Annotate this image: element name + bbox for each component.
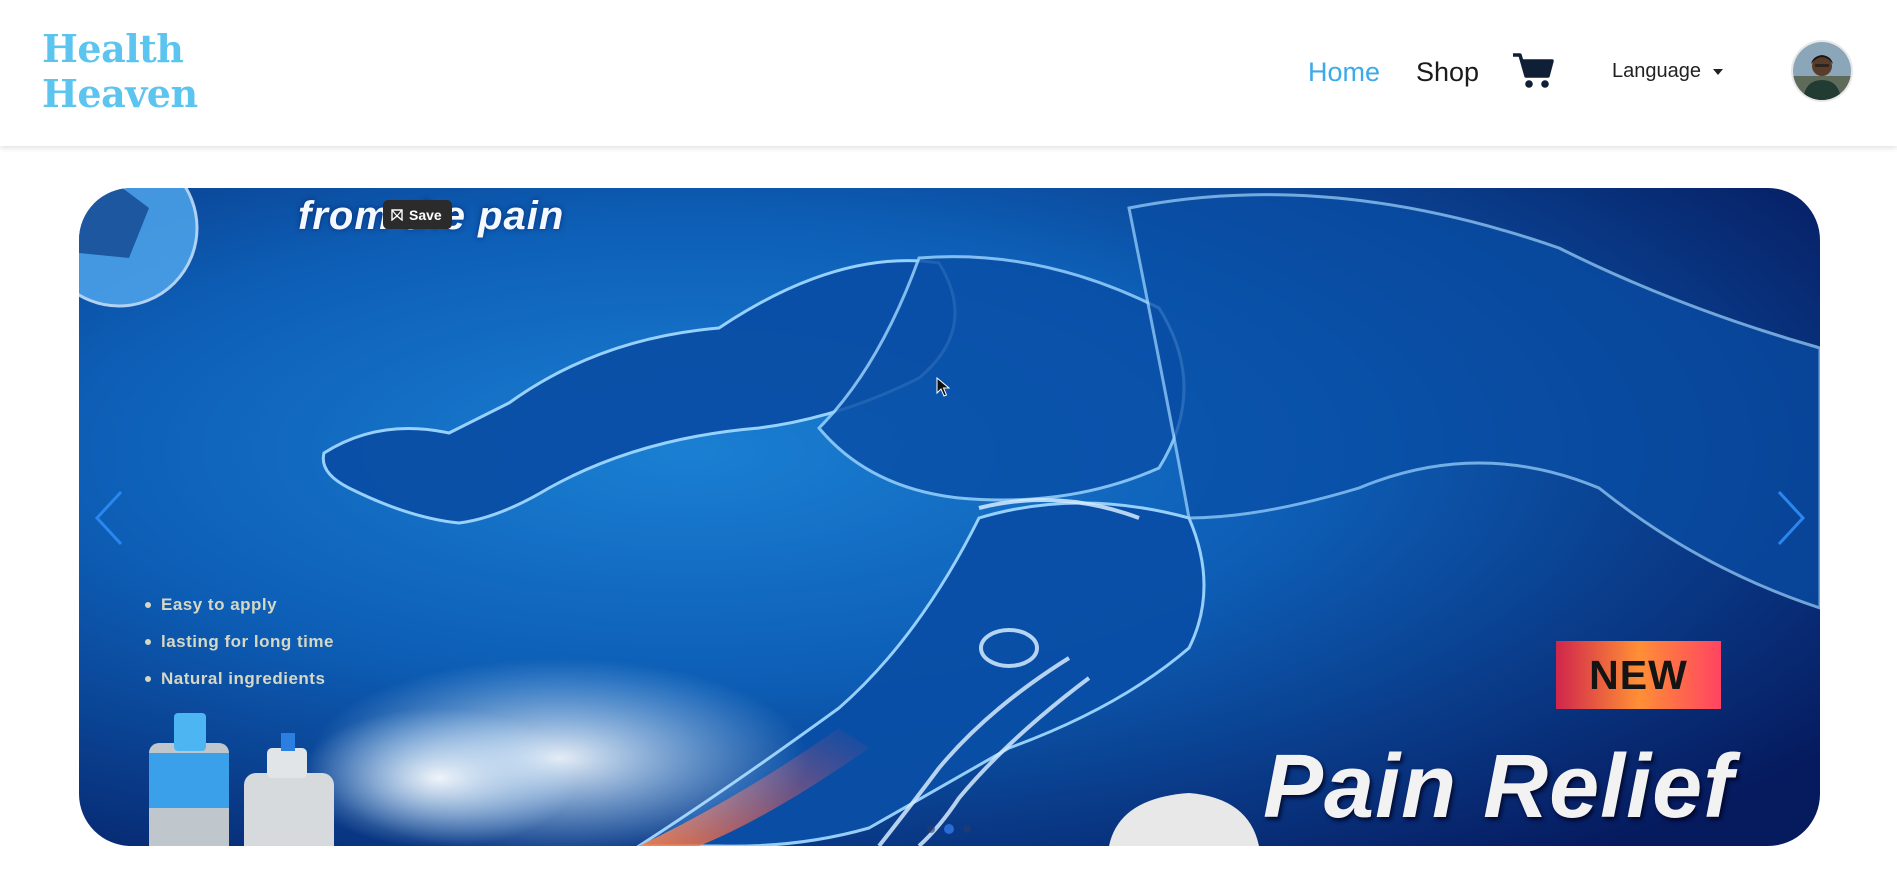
mouse-pointer-icon — [936, 377, 950, 397]
site-header: Health Heaven Home Shop Language — [0, 0, 1897, 146]
hero-benefits-list: Easy to apply lasting for long time Natu… — [145, 586, 334, 697]
cart-icon[interactable] — [1512, 52, 1554, 90]
nav-shop-link[interactable]: Shop — [1416, 56, 1479, 88]
user-avatar[interactable] — [1791, 40, 1853, 102]
save-button-label: Save — [409, 206, 442, 223]
benefit-item: Easy to apply — [145, 586, 334, 623]
benefit-item: Natural ingredients — [145, 660, 334, 697]
carousel-indicator-dot[interactable] — [944, 824, 954, 834]
language-dropdown[interactable]: Language — [1612, 58, 1723, 84]
caret-down-icon — [1712, 69, 1723, 75]
carousel-prev-button[interactable] — [91, 488, 131, 548]
carousel-next-button[interactable] — [1769, 488, 1809, 548]
carousel-indicators — [927, 824, 971, 834]
brand-line-1: Health — [42, 26, 184, 71]
hero-headline: Pain Relief — [1263, 737, 1735, 837]
language-label: Language — [1612, 60, 1701, 82]
carousel-indicator-dot[interactable] — [927, 825, 935, 833]
chevron-right-icon — [1777, 490, 1806, 546]
save-image-button[interactable]: Save — [383, 200, 452, 229]
new-badge: NEW — [1556, 641, 1721, 709]
chevron-left-icon — [94, 490, 123, 546]
bookmark-icon — [391, 208, 403, 221]
carousel-indicator-dot[interactable] — [963, 825, 971, 833]
brand-line-2: Heaven — [42, 71, 198, 116]
nav-home-link[interactable]: Home — [1308, 56, 1380, 88]
hero-carousel[interactable]: from the pain Easy to apply lasting for … — [79, 188, 1820, 846]
benefit-item: lasting for long time — [145, 623, 334, 660]
brand-logo[interactable]: Health Heaven — [42, 26, 198, 116]
